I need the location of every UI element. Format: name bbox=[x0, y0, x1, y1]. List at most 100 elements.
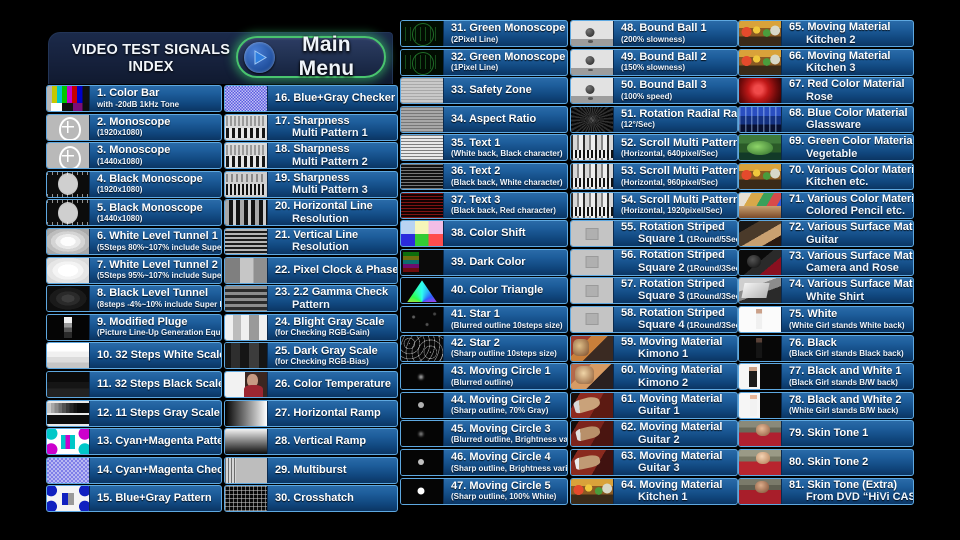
signal-button-74[interactable]: 74. Various Surface Material 3White Shir… bbox=[738, 277, 914, 305]
signal-button-60[interactable]: 60. Moving Material Kimono 2 bbox=[570, 363, 738, 391]
signal-button-55[interactable]: 55. Rotation Striped Square 1 (1Round/5Se… bbox=[570, 220, 738, 248]
signal-button-9[interactable]: 9. Modified Pluge (Picture Line-Up Genera… bbox=[46, 313, 222, 341]
signal-button-21[interactable]: 21. Vertical Line Resolution bbox=[224, 227, 398, 255]
signal-button-63[interactable]: 63. Moving Material Guitar 3 bbox=[570, 448, 738, 476]
signal-button-75[interactable]: 75. White (White Girl stands White back) bbox=[738, 305, 914, 333]
signal-label: 10. 32 Steps White Scale bbox=[90, 343, 221, 368]
signal-button-22[interactable]: 22. Pixel Clock & Phase bbox=[224, 256, 398, 284]
signal-button-11[interactable]: 11. 32 Steps Black Scale bbox=[46, 370, 222, 398]
signal-button-7[interactable]: 7. White Level Tunnel 2 (5Steps 95%~107% … bbox=[46, 256, 222, 284]
signal-button-42[interactable]: 42. Star 2 (Sharp outline 10steps size) bbox=[400, 334, 568, 362]
signal-label: 35. Text 1 (White back, Black character) bbox=[444, 135, 567, 160]
signal-button-4[interactable]: 4. Black Monoscope (1920x1080) bbox=[46, 170, 222, 198]
signal-button-2[interactable]: 2. Monoscope (1920x1080) bbox=[46, 113, 222, 141]
signal-button-73[interactable]: 73. Various Surface Material 2Camera and… bbox=[738, 248, 914, 276]
signal-button-23[interactable]: 23. 2.2 Gamma Check Pattern bbox=[224, 285, 398, 313]
signal-button-17[interactable]: 17. Sharpness Multi Pattern 1 bbox=[224, 113, 398, 141]
signal-button-15[interactable]: 15. Blue+Gray Pattern bbox=[46, 485, 222, 513]
signal-button-43[interactable]: 43. Moving Circle 1 (Blurred outline) bbox=[400, 363, 568, 391]
signal-button-18[interactable]: 18. Sharpness Multi Pattern 2 bbox=[224, 142, 398, 170]
main-menu-button[interactable]: Main Menu bbox=[236, 33, 386, 80]
signal-button-1[interactable]: 1. Color Bar with -20dB 1kHz Tone bbox=[46, 85, 222, 112]
signal-button-40[interactable]: 40. Color Triangle bbox=[400, 277, 568, 305]
signal-button-35[interactable]: 35. Text 1 (White back, Black character) bbox=[400, 134, 568, 162]
signal-thumbnail bbox=[401, 135, 444, 161]
signal-thumbnail bbox=[739, 478, 782, 504]
signal-button-79[interactable]: 79. Skin Tone 1 bbox=[738, 420, 914, 448]
signal-button-41[interactable]: 41. Star 1 (Blurred outline 10steps size) bbox=[400, 305, 568, 333]
signal-button-36[interactable]: 36. Text 2 (Black back, White character) bbox=[400, 162, 568, 190]
signal-button-67[interactable]: 67. Red Color Material Rose bbox=[738, 77, 914, 105]
signal-button-16[interactable]: 16. Blue+Gray Checker bbox=[224, 85, 398, 112]
signal-button-30[interactable]: 30. Crosshatch bbox=[224, 485, 398, 513]
signal-button-20[interactable]: 20. Horizontal Line Resolution bbox=[224, 199, 398, 227]
signal-button-28[interactable]: 28. Vertical Ramp bbox=[224, 428, 398, 456]
signal-button-71[interactable]: 71. Various Color Material 2Colored Penc… bbox=[738, 191, 914, 219]
signal-button-47[interactable]: 47. Moving Circle 5 (Sharp outline, 100% … bbox=[400, 477, 568, 505]
signal-button-6[interactable]: 6. White Level Tunnel 1 (5Steps 80%~107% … bbox=[46, 227, 222, 255]
signal-title: 10. 32 Steps White Scale bbox=[97, 349, 222, 362]
signal-label: 16. Blue+Gray Checker bbox=[268, 86, 397, 111]
signal-button-61[interactable]: 61. Moving Material Guitar 1 bbox=[570, 391, 738, 419]
signal-button-66[interactable]: 66. Moving Material Kitchen 3 bbox=[738, 48, 914, 76]
signal-button-72[interactable]: 72. Various Surface Material 1Guitar bbox=[738, 220, 914, 248]
signal-title: 62. Moving Material bbox=[621, 421, 723, 434]
signal-button-27[interactable]: 27. Horizontal Ramp bbox=[224, 399, 398, 427]
signal-label: 32. Green Monoscope (1Pixel Line) bbox=[444, 50, 567, 75]
signal-button-49[interactable]: 49. Bound Ball 2 (150% slowness) bbox=[570, 48, 738, 76]
signal-button-45[interactable]: 45. Moving Circle 3 (Blurred outline, Bri… bbox=[400, 420, 568, 448]
signal-title: 26. Color Temperature bbox=[275, 377, 391, 390]
signal-button-31[interactable]: 31. Green Monoscope (2Pixel Line) bbox=[400, 20, 568, 47]
signal-button-57[interactable]: 57. Rotation Striped Square 3 (1Round/3Se… bbox=[570, 277, 738, 305]
signal-button-29[interactable]: 29. Multiburst bbox=[224, 456, 398, 484]
signal-button-34[interactable]: 34. Aspect Ratio bbox=[400, 105, 568, 133]
signal-button-78[interactable]: 78. Black and White 2 (White Girl stands … bbox=[738, 391, 914, 419]
signal-thumbnail bbox=[739, 163, 782, 189]
signal-button-48[interactable]: 48. Bound Ball 1 (200% slowness) bbox=[570, 20, 738, 47]
signal-button-13[interactable]: 13. Cyan+Magenta Pattern bbox=[46, 428, 222, 456]
signal-button-62[interactable]: 62. Moving Material Guitar 2 bbox=[570, 420, 738, 448]
signal-title: 43. Moving Circle 1 bbox=[451, 365, 551, 378]
signal-title: 58. Rotation Striped bbox=[621, 306, 725, 319]
signal-button-53[interactable]: 53. Scroll Multi Pattern 2 (Horizontal, 9… bbox=[570, 162, 738, 190]
signal-button-10[interactable]: 10. 32 Steps White Scale bbox=[46, 342, 222, 370]
signal-button-26[interactable]: 26. Color Temperature bbox=[224, 370, 398, 398]
signal-button-80[interactable]: 80. Skin Tone 2 bbox=[738, 448, 914, 476]
signal-title: 41. Star 1 bbox=[451, 308, 500, 321]
signal-button-81[interactable]: 81. Skin Tone (Extra)From DVD “HiVi CAST… bbox=[738, 477, 914, 505]
signal-button-54[interactable]: 54. Scroll Multi Pattern 3 (Horizontal, 1… bbox=[570, 191, 738, 219]
signal-button-46[interactable]: 46. Moving Circle 4 (Sharp outline, Brigh… bbox=[400, 448, 568, 476]
signal-subtitle: (Sharp outline 10steps size) bbox=[451, 349, 557, 359]
signal-button-51[interactable]: 51. Rotation Radial Rays (12°/Sec) bbox=[570, 105, 738, 133]
signal-thumbnail bbox=[571, 106, 614, 132]
signal-button-69[interactable]: 69. Green Color Material Vegetable bbox=[738, 134, 914, 162]
signal-button-25[interactable]: 25. Dark Gray Scale (for Checking RGB-Bia… bbox=[224, 342, 398, 370]
signal-button-8[interactable]: 8. Black Level Tunnel (8steps -4%~10% inc… bbox=[46, 285, 222, 313]
signal-button-68[interactable]: 68. Blue Color Material Glassware bbox=[738, 105, 914, 133]
signal-button-58[interactable]: 58. Rotation Striped Square 4 (1Round/3Se… bbox=[570, 305, 738, 333]
signal-button-19[interactable]: 19. Sharpness Multi Pattern 3 bbox=[224, 170, 398, 198]
signal-button-70[interactable]: 70. Various Color Material 1Kitchen etc. bbox=[738, 162, 914, 190]
signal-button-5[interactable]: 5. Black Monoscope (1440x1080) bbox=[46, 199, 222, 227]
signal-button-44[interactable]: 44. Moving Circle 2 (Sharp outline, 70% G… bbox=[400, 391, 568, 419]
signal-button-52[interactable]: 52. Scroll Multi Pattern 1 (Horizontal, 6… bbox=[570, 134, 738, 162]
signal-title: 20. Horizontal Line bbox=[275, 200, 373, 213]
signal-label: 76. Black (Black Girl stands Black back) bbox=[782, 336, 913, 361]
signal-button-65[interactable]: 65. Moving Material Kitchen 2 bbox=[738, 20, 914, 47]
signal-button-3[interactable]: 3. Monoscope (1440x1080) bbox=[46, 142, 222, 170]
signal-button-14[interactable]: 14. Cyan+Magenta Checker bbox=[46, 456, 222, 484]
signal-button-77[interactable]: 77. Black and White 1 (Black Girl stands … bbox=[738, 363, 914, 391]
signal-button-38[interactable]: 38. Color Shift bbox=[400, 220, 568, 248]
signal-button-39[interactable]: 39. Dark Color bbox=[400, 248, 568, 276]
signal-label: 42. Star 2 (Sharp outline 10steps size) bbox=[444, 336, 567, 361]
signal-button-59[interactable]: 59. Moving Material Kimono 1 bbox=[570, 334, 738, 362]
signal-button-12[interactable]: 12. 11 Steps Gray Scale bbox=[46, 399, 222, 427]
signal-button-56[interactable]: 56. Rotation Striped Square 2 (1Round/3Se… bbox=[570, 248, 738, 276]
signal-button-50[interactable]: 50. Bound Ball 3 (100% speed) bbox=[570, 77, 738, 105]
signal-button-76[interactable]: 76. Black (Black Girl stands Black back) bbox=[738, 334, 914, 362]
signal-button-24[interactable]: 24. Blight Gray Scale (for Checking RGB-G… bbox=[224, 313, 398, 341]
signal-button-64[interactable]: 64. Moving Material Kitchen 1 bbox=[570, 477, 738, 505]
signal-button-37[interactable]: 37. Text 3 (Black back, Red character) bbox=[400, 191, 568, 219]
signal-button-33[interactable]: 33. Safety Zone bbox=[400, 77, 568, 105]
signal-button-32[interactable]: 32. Green Monoscope (1Pixel Line) bbox=[400, 48, 568, 76]
